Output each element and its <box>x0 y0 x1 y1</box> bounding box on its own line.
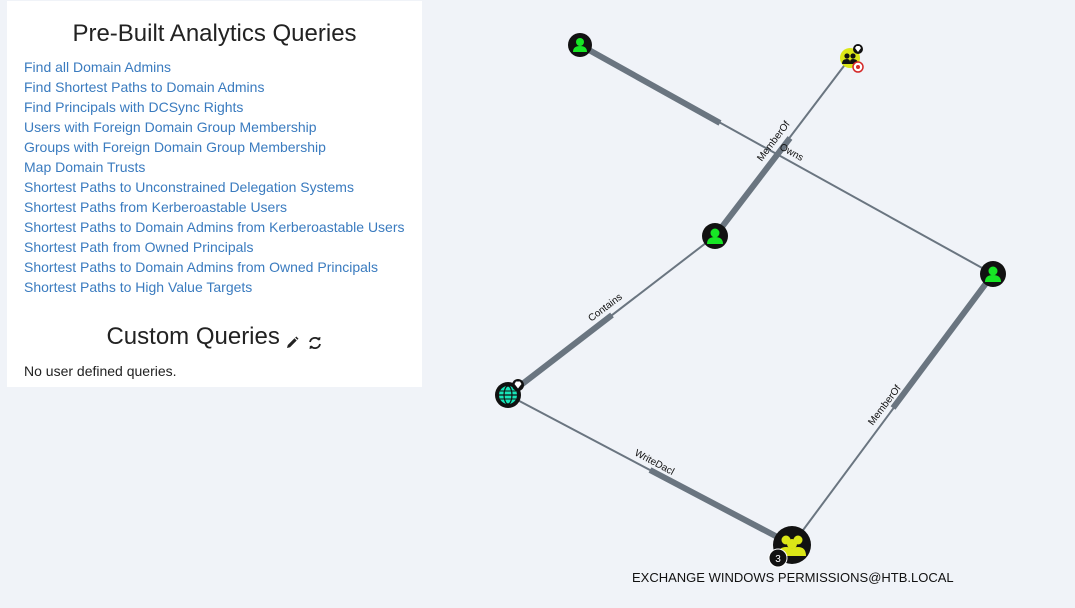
query-link[interactable]: Shortest Paths to Domain Admins from Ker… <box>24 219 405 239</box>
prebuilt-queries-title: Pre-Built Analytics Queries <box>72 20 357 47</box>
edge-domain-writedacl-group-arrow <box>648 467 787 544</box>
edge-user-memberof-group-arrow <box>712 136 793 238</box>
user-node[interactable] <box>702 223 728 249</box>
domain-node[interactable] <box>495 379 524 408</box>
user-node[interactable] <box>980 261 1006 287</box>
custom-queries-tools <box>284 324 323 352</box>
query-link[interactable]: Shortest Paths to Domain Admins from Own… <box>24 259 405 279</box>
analysis-panel: Pre-Built Analytics Queries Find all Dom… <box>7 1 422 387</box>
edge-label-owns: Owns <box>777 142 805 164</box>
query-link[interactable]: Map Domain Trusts <box>24 159 405 179</box>
graph-edges <box>506 42 994 546</box>
query-link[interactable]: Find Shortest Paths to Domain Admins <box>24 79 405 99</box>
no-custom-queries-text: No user defined queries. <box>24 363 177 379</box>
pencil-icon[interactable] <box>284 330 300 349</box>
edge-group-memberof-user-arrow <box>890 276 993 410</box>
custom-queries-title: Custom Queries <box>106 323 280 350</box>
prebuilt-query-list: Find all Domain Admins Find Shortest Pat… <box>24 59 405 299</box>
group-count-badge: 3 <box>768 548 788 568</box>
edge-user-to-user-owns-arrow <box>578 42 722 126</box>
group-node-exchange-windows-permissions[interactable]: 3 <box>768 526 811 568</box>
query-link[interactable]: Groups with Foreign Domain Group Members… <box>24 139 405 159</box>
query-link[interactable]: Users with Foreign Domain Group Membersh… <box>24 119 405 139</box>
query-link[interactable]: Shortest Paths from Kerberoastable Users <box>24 199 405 219</box>
refresh-icon[interactable] <box>307 330 323 350</box>
custom-queries-header: Custom Queries <box>7 323 422 352</box>
query-link[interactable]: Find all Domain Admins <box>24 59 405 79</box>
query-link[interactable]: Shortest Paths to Unconstrained Delegati… <box>24 179 405 199</box>
group-count: 3 <box>775 554 781 565</box>
diamond-icon <box>853 44 863 54</box>
node-label: EXCHANGE WINDOWS PERMISSIONS@HTB.LOCAL <box>632 570 954 585</box>
query-link[interactable]: Find Principals with DCSync Rights <box>24 99 405 119</box>
target-icon <box>852 61 864 73</box>
diamond-icon <box>512 379 524 391</box>
query-link[interactable]: Shortest Paths to High Value Targets <box>24 279 405 299</box>
query-link[interactable]: Shortest Path from Owned Principals <box>24 239 405 259</box>
user-node[interactable] <box>568 33 592 57</box>
